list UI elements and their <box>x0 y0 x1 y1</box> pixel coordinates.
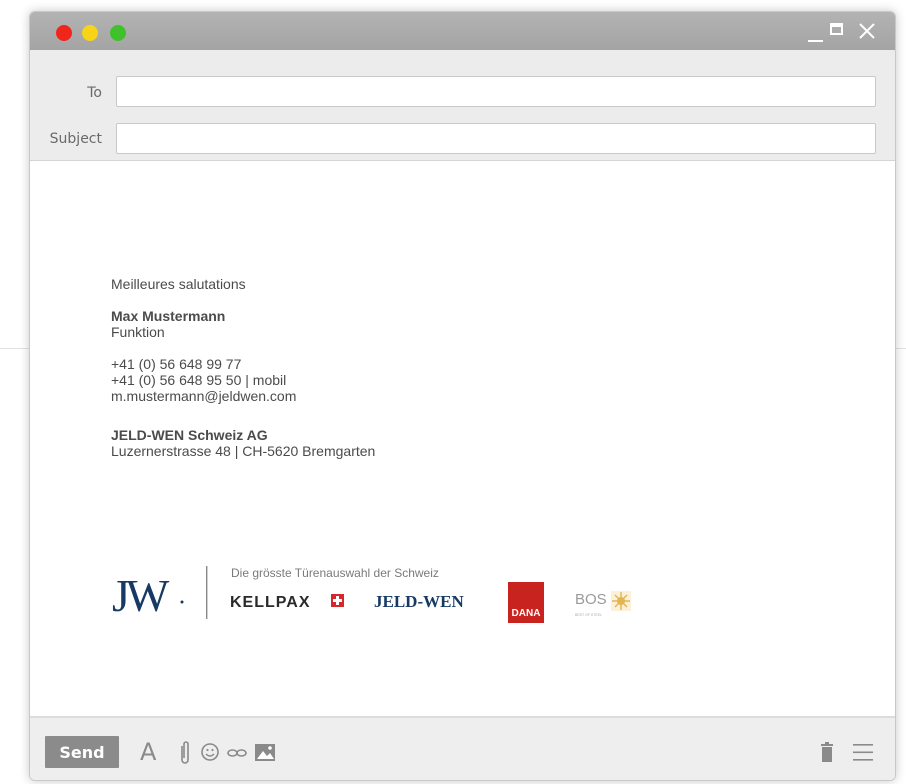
trash-icon[interactable] <box>818 736 836 768</box>
maximize-icon[interactable] <box>830 23 843 35</box>
signature-phone: +41 (0) 56 648 99 77 <box>111 356 242 372</box>
subject-field[interactable] <box>116 123 876 154</box>
send-button[interactable]: Send <box>45 736 119 768</box>
signature-address: Luzernerstrasse 48 | CH-5620 Bremgarten <box>111 443 376 459</box>
jw-monogram-logo: JW <box>112 570 170 621</box>
minimize-traffic-light[interactable] <box>82 25 98 41</box>
image-icon[interactable] <box>253 736 277 768</box>
bos-logo-subtitle: BEST OF STEEL <box>575 613 602 617</box>
signature-greeting: Meilleures salutations <box>111 276 246 292</box>
zoom-traffic-light[interactable] <box>110 25 126 41</box>
menu-icon[interactable] <box>850 736 876 768</box>
attachment-icon[interactable] <box>178 736 192 768</box>
emoji-icon[interactable] <box>200 736 220 768</box>
compose-window: To Subject Meilleures salutations Max Mu… <box>29 11 896 781</box>
logo-divider <box>206 566 208 619</box>
dana-logo-text: DANA <box>512 608 541 619</box>
to-field[interactable] <box>116 76 876 107</box>
signature-role: Funktion <box>111 324 165 340</box>
minimize-icon[interactable] <box>808 40 823 42</box>
bos-logo: BOS <box>575 591 607 608</box>
signature-company: JELD-WEN Schweiz AG <box>111 428 268 442</box>
signature-name: Max Mustermann <box>111 309 225 323</box>
subject-label: Subject <box>49 131 102 147</box>
brand-tagline: Die grösste Türenauswahl der Schweiz <box>231 566 439 580</box>
signature-name-text: Max Mustermann <box>111 308 226 324</box>
close-traffic-light[interactable] <box>56 25 72 41</box>
brand-logos: JW Die grösste Türenauswahl der Schweiz … <box>112 566 631 623</box>
signature-mobile: +41 (0) 56 648 95 50 | mobil <box>111 372 287 388</box>
compose-toolbar: Send A <box>30 716 895 780</box>
close-icon[interactable] <box>856 20 878 42</box>
font-format-icon[interactable]: A <box>140 736 156 768</box>
title-bar <box>30 12 895 50</box>
jeld-wen-logo: JELD-WEN <box>374 592 464 611</box>
to-label: To <box>87 85 102 101</box>
kellpax-logo: KELLPAX <box>230 594 310 611</box>
signature-email[interactable]: m.mustermann@jeldwen.com <box>111 389 296 403</box>
compose-header: To Subject <box>30 50 895 161</box>
signature-company-text: JELD-WEN Schweiz AG <box>111 427 268 443</box>
link-icon[interactable] <box>226 736 248 768</box>
